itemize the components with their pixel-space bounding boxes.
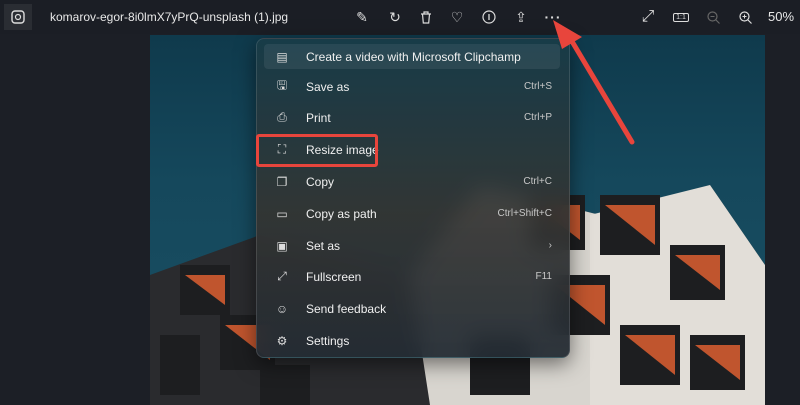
red-arrow-annotation bbox=[553, 20, 635, 145]
